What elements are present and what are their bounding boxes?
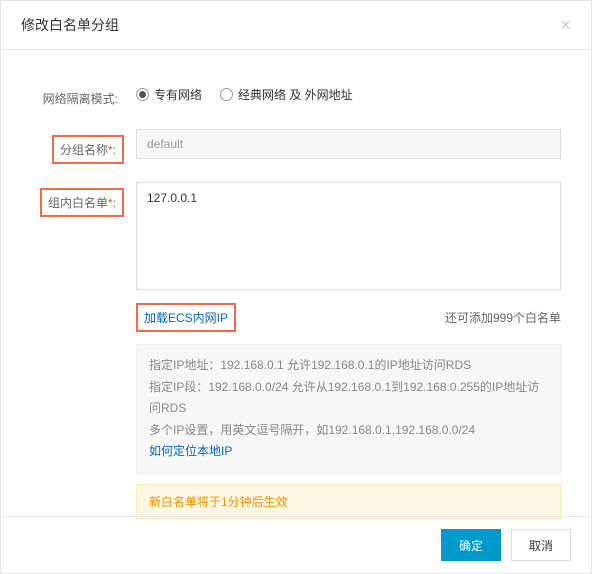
row-whitelist: 组内白名单*: 加载ECS内网IP 还可添加999个白名单 指定IP地址：192… — [31, 182, 561, 519]
whitelist-textarea[interactable] — [136, 182, 561, 290]
row-group-name: 分组名称*: — [31, 129, 561, 164]
help-line-1: 指定IP地址：192.168.0.1 允许192.168.0.1的IP地址访问R… — [149, 355, 548, 377]
notice-box: 新白名单将于1分钟后生效 — [136, 484, 561, 519]
radio-vpc-label: 专有网络 — [154, 86, 202, 103]
radio-vpc[interactable]: 专有网络 — [136, 86, 202, 103]
dialog-header: 修改白名单分组 × — [1, 1, 591, 50]
quota-text: 还可添加999个白名单 — [445, 309, 561, 326]
cancel-button[interactable]: 取消 — [511, 529, 571, 561]
radio-classic-label: 经典网络 及 外网地址 — [238, 86, 353, 103]
radio-icon — [136, 88, 149, 101]
row-network-mode: 网络隔离模式: 专有网络 经典网络 及 外网地址 — [31, 80, 561, 111]
dialog-body: 网络隔离模式: 专有网络 经典网络 及 外网地址 分组名称*: — [1, 50, 591, 529]
group-name-field — [136, 129, 561, 159]
label-network-mode: 网络隔离模式: — [31, 80, 136, 111]
load-ecs-ip-link[interactable]: 加载ECS内网IP — [144, 311, 228, 325]
help-line-3: 多个IP设置，用英文逗号隔开，如192.168.0.1,192.168.0.0/… — [149, 420, 548, 442]
dialog-title: 修改白名单分组 — [21, 15, 119, 35]
network-mode-radios: 专有网络 经典网络 及 外网地址 — [136, 80, 561, 103]
whitelist-dialog: 修改白名单分组 × 网络隔离模式: 专有网络 经典网络 及 外网地址 — [0, 0, 592, 574]
close-icon[interactable]: × — [560, 16, 571, 34]
locate-local-ip-link[interactable]: 如何定位本地IP — [149, 441, 548, 463]
label-group-name: 分组名称*: — [31, 129, 136, 164]
radio-classic[interactable]: 经典网络 及 外网地址 — [220, 86, 353, 103]
dialog-footer: 确定 取消 — [1, 516, 591, 573]
help-box: 指定IP地址：192.168.0.1 允许192.168.0.1的IP地址访问R… — [136, 344, 561, 474]
group-name-input[interactable] — [136, 129, 561, 159]
load-ecs-ip-wrap: 加载ECS内网IP — [136, 303, 236, 332]
help-line-2: 指定IP段：192.168.0.0/24 允许从192.168.0.1到192.… — [149, 377, 548, 420]
label-whitelist: 组内白名单*: — [31, 182, 136, 217]
link-row: 加载ECS内网IP 还可添加999个白名单 — [136, 303, 561, 332]
radio-icon — [220, 88, 233, 101]
whitelist-field: 加载ECS内网IP 还可添加999个白名单 指定IP地址：192.168.0.1… — [136, 182, 561, 519]
ok-button[interactable]: 确定 — [441, 529, 501, 561]
